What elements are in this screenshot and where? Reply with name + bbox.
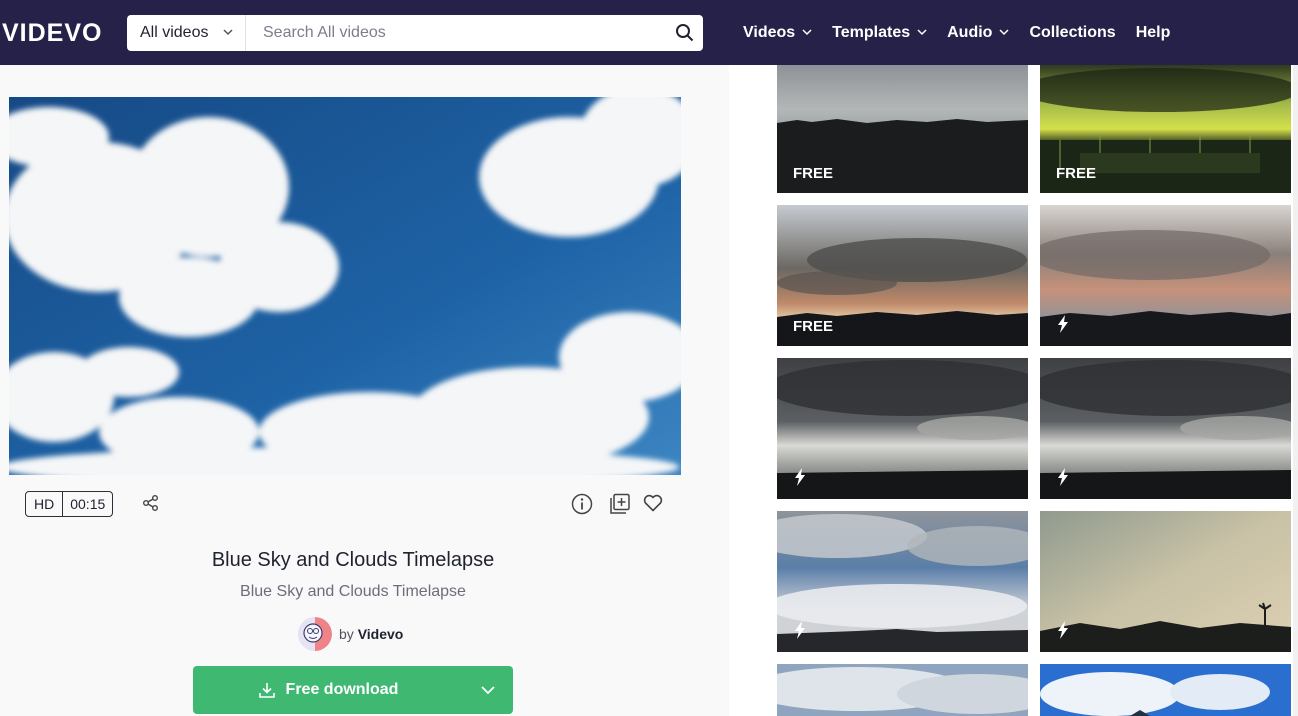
related-video-thumb[interactable] (777, 664, 1028, 716)
category-select-label: All videos (140, 24, 209, 41)
nav-templates[interactable]: Templates (832, 24, 927, 42)
add-to-collection-icon[interactable] (609, 493, 631, 515)
download-options-button[interactable] (463, 666, 513, 714)
bolt-icon (1058, 621, 1068, 639)
author-text: by Videvo (339, 626, 404, 642)
category-select[interactable]: All videos (127, 15, 246, 51)
author-name[interactable]: Videvo (358, 626, 404, 642)
bolt-icon (795, 621, 805, 639)
info-icon[interactable] (571, 493, 593, 515)
nav-videos[interactable]: Videos (743, 24, 812, 42)
video-detail-panel: HD 00:15 Blue Sky and Clouds Timelapse B… (0, 65, 729, 716)
video-meta-row: HD 00:15 (25, 491, 665, 517)
search-input[interactable] (246, 15, 666, 51)
related-video-thumb[interactable] (1040, 358, 1291, 499)
chevron-down-icon (802, 29, 812, 36)
avatar (298, 617, 332, 651)
related-video-thumb[interactable]: FREE (777, 65, 1028, 193)
search-icon[interactable] (675, 23, 695, 43)
chevron-down-icon (223, 29, 233, 36)
videvo-logo[interactable]: VIDEVO (2, 19, 102, 48)
video-subtitle: Blue Sky and Clouds Timelapse (240, 583, 466, 600)
related-video-thumb[interactable] (1040, 511, 1291, 652)
duration-badge: 00:15 (70, 496, 106, 512)
bolt-icon (1058, 315, 1068, 333)
related-video-thumb[interactable] (777, 358, 1028, 499)
share-icon[interactable] (142, 494, 160, 512)
sky-clouds-image (9, 97, 681, 475)
download-icon (258, 683, 275, 698)
quality-badge: HD (26, 492, 64, 516)
related-video-thumb[interactable] (1040, 664, 1291, 716)
related-video-thumb[interactable] (1040, 205, 1291, 346)
top-navbar: VIDEVO All videos Videos Templates Audio… (0, 0, 1298, 65)
video-preview[interactable] (9, 97, 681, 475)
nav-help[interactable]: Help (1136, 24, 1171, 42)
chevron-down-icon (999, 29, 1009, 36)
related-video-thumb[interactable] (777, 511, 1028, 652)
scrollbar[interactable] (1293, 65, 1298, 716)
nav-collections[interactable]: Collections (1029, 24, 1115, 42)
bolt-icon (795, 468, 805, 486)
free-badge: FREE (793, 318, 834, 335)
search-bar (246, 15, 703, 51)
free-badge: FREE (1056, 165, 1097, 182)
free-badge: FREE (793, 165, 834, 182)
nav-audio[interactable]: Audio (947, 24, 1009, 42)
video-title: Blue Sky and Clouds Timelapse (211, 549, 495, 571)
related-video-thumb[interactable]: FREE (1040, 65, 1291, 193)
quality-duration-badge: HD 00:15 (25, 491, 114, 517)
bolt-icon (1058, 468, 1068, 486)
main-nav: Videos Templates Audio Collections Help (743, 0, 1190, 65)
chevron-down-icon (481, 685, 495, 694)
chevron-down-icon (917, 29, 927, 36)
author-info[interactable]: by Videvo (298, 617, 403, 651)
heart-icon[interactable] (643, 494, 663, 512)
download-main[interactable]: Free download (193, 666, 463, 714)
free-download-button[interactable]: Free download (193, 666, 513, 714)
related-video-thumb[interactable]: FREE (777, 205, 1028, 346)
